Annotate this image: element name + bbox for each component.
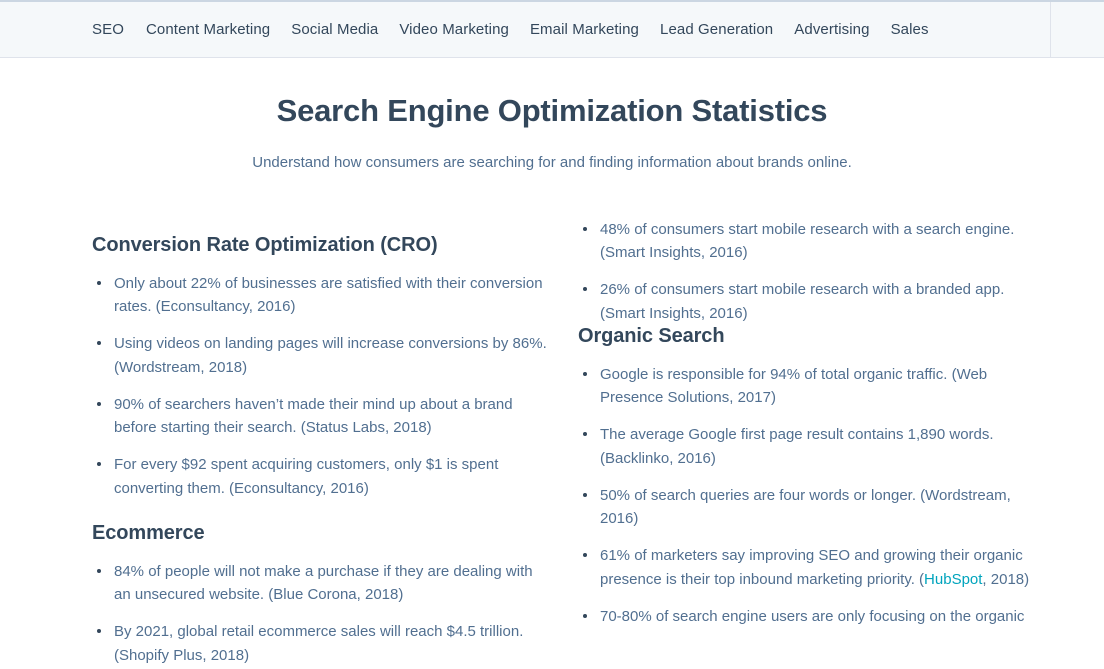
left-column: Conversion Rate Optimization (CRO) Only … [0,232,560,667]
nav-item-advertising[interactable]: Advertising [794,22,890,37]
section-cro: Conversion Rate Optimization (CRO) Only … [92,232,548,500]
right-column: 48% of consumers start mobile research w… [560,218,1104,628]
section-heading-ecommerce: Ecommerce [92,521,205,544]
page-subtitle: Understand how consumers are searching f… [252,153,852,171]
list-item: The average Google first page result con… [578,423,1050,470]
stats-list-ecommerce: 84% of people will not make a purchase i… [92,560,548,667]
list-item: 70-80% of search engine users are only f… [578,605,1050,628]
nav-item-sales[interactable]: Sales [891,22,950,37]
list-item-text-after: , 2018) [982,570,1030,588]
nav-item-content-marketing[interactable]: Content Marketing [146,22,291,37]
page-header: Search Engine Optimization Statistics Un… [0,58,1104,173]
nav-item-lead-generation[interactable]: Lead Generation [660,22,794,37]
list-item: 84% of people will not make a purchase i… [92,560,548,607]
list-item: Using videos on landing pages will incre… [92,332,548,379]
nav-divider [1050,2,1051,57]
list-item: 26% of consumers start mobile research w… [578,278,1050,325]
page-title: Search Engine Optimization Statistics [276,93,828,128]
nav-item-social-media[interactable]: Social Media [291,22,399,37]
list-item: By 2021, global retail ecommerce sales w… [92,620,548,667]
stats-list-mobile-lead: 48% of consumers start mobile research w… [578,218,1050,325]
section-organic-search: Organic Search Google is responsible for… [578,323,1050,628]
nav-item-seo[interactable]: SEO [92,22,146,37]
list-item: 90% of searchers haven’t made their mind… [92,393,548,440]
section-ecommerce: Ecommerce 84% of people will not make a … [92,520,548,667]
stats-list-organic-search: Google is responsible for 94% of total o… [578,363,1050,628]
section-heading-organic-search: Organic Search [578,324,725,347]
list-item: For every $92 spent acquiring customers,… [92,453,548,500]
list-item-with-link: 61% of marketers say improving SEO and g… [578,544,1050,591]
stats-list-cro: Only about 22% of businesses are satisfi… [92,272,548,500]
section-heading-cro: Conversion Rate Optimization (CRO) [92,233,438,256]
list-item: Only about 22% of businesses are satisfi… [92,272,548,319]
primary-navigation: SEO Content Marketing Social Media Video… [0,0,1104,58]
hubspot-link[interactable]: HubSpot [924,571,982,588]
nav-item-email-marketing[interactable]: Email Marketing [530,22,660,37]
list-item: 50% of search queries are four words or … [578,484,1050,531]
nav-items-container: SEO Content Marketing Social Media Video… [0,2,950,57]
list-item: 48% of consumers start mobile research w… [578,218,1050,265]
nav-item-video-marketing[interactable]: Video Marketing [399,22,530,37]
list-item: Google is responsible for 94% of total o… [578,363,1050,410]
